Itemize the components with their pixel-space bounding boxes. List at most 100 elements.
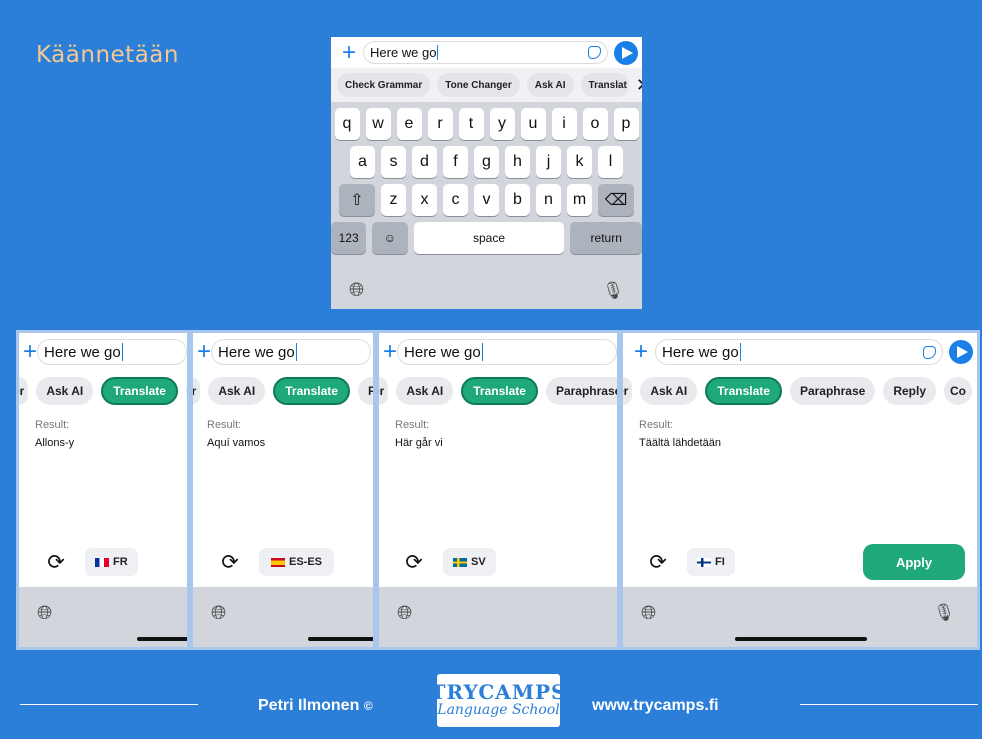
chip-ask-ai[interactable]: Ask AI (36, 377, 94, 405)
language-controls: ⟳ FR (19, 548, 187, 576)
chip-tone-changer[interactable]: Tone Changer (437, 73, 520, 97)
language-selector[interactable]: FI (687, 548, 735, 576)
key-a[interactable]: a (350, 146, 375, 178)
home-indicator (137, 637, 187, 641)
result-text: Här går vi (395, 437, 443, 449)
message-input[interactable]: Here we go (37, 339, 187, 365)
send-icon[interactable] (614, 40, 638, 65)
chip-ask-ai[interactable]: Ask AI (526, 73, 574, 97)
key-p[interactable]: p (613, 108, 639, 140)
globe-icon[interactable]: 🌐︎ (349, 280, 364, 302)
key-m[interactable]: m (567, 184, 592, 216)
key-r[interactable]: r (427, 108, 453, 140)
space-key[interactable]: space (413, 222, 565, 254)
plus-icon[interactable]: + (383, 340, 397, 364)
microphone-icon[interactable]: 🎙︎ (602, 281, 624, 301)
swap-icon[interactable]: ⟳ (647, 550, 669, 575)
language-code: ES-ES (289, 556, 323, 568)
chip-tone-changer[interactable]: er (379, 377, 389, 405)
key-n[interactable]: n (536, 184, 561, 216)
language-selector[interactable]: ES-ES (259, 548, 335, 576)
chip-translate[interactable]: Translate (101, 377, 178, 405)
key-x[interactable]: x (412, 184, 437, 216)
globe-icon[interactable]: 🌐︎ (641, 603, 656, 625)
send-icon[interactable] (949, 340, 973, 364)
keyboard-row-4: 123 ☺ space return (331, 222, 642, 254)
key-g[interactable]: g (474, 146, 499, 178)
close-icon[interactable]: ✕ (636, 75, 642, 96)
microphone-icon[interactable]: 🎙︎ (933, 603, 955, 623)
france-flag-icon (95, 557, 109, 567)
key-c[interactable]: c (443, 184, 468, 216)
globe-icon[interactable]: 🌐︎ (211, 603, 226, 625)
result-label: Result: (35, 419, 70, 431)
message-input[interactable]: Here we go (363, 41, 608, 64)
key-q[interactable]: q (334, 108, 360, 140)
message-input[interactable]: Here we go (655, 339, 943, 365)
return-key[interactable]: return (570, 222, 642, 254)
chip-tone-changer[interactable]: er (623, 377, 633, 405)
shift-key[interactable]: ⇧ (339, 184, 375, 216)
sticker-icon[interactable] (923, 345, 936, 359)
chip-translate[interactable]: Translate (461, 377, 538, 405)
chip-tone-changer[interactable]: er (19, 377, 29, 405)
text-caret (739, 343, 741, 361)
swap-icon[interactable]: ⟳ (45, 550, 67, 575)
chip-paraphrase[interactable]: Pa (357, 377, 373, 405)
key-k[interactable]: k (567, 146, 592, 178)
plus-icon[interactable]: + (197, 340, 211, 364)
swap-icon[interactable]: ⟳ (403, 550, 425, 575)
key-v[interactable]: v (474, 184, 499, 216)
language-controls: ⟳ SV (379, 548, 617, 576)
text-caret (481, 343, 483, 361)
chip-ask-ai[interactable]: Ask AI (208, 377, 266, 405)
key-t[interactable]: t (458, 108, 484, 140)
chip-reply[interactable]: Reply (883, 377, 937, 405)
chip-translate[interactable]: Translate (273, 377, 350, 405)
chip-check-grammar[interactable]: Check Grammar (337, 73, 431, 97)
sticker-icon[interactable] (588, 46, 601, 59)
footer-divider-right (800, 704, 978, 705)
language-selector[interactable]: FR (85, 548, 138, 576)
chip-ask-ai[interactable]: Ask AI (396, 377, 454, 405)
key-u[interactable]: u (520, 108, 546, 140)
key-j[interactable]: j (536, 146, 561, 178)
backspace-key[interactable]: ⌫ (598, 184, 634, 216)
chip-paraphrase[interactable]: Paraphrase (545, 377, 617, 405)
chip-more[interactable]: Co (944, 377, 973, 405)
message-input[interactable]: Here we go (397, 339, 617, 365)
chip-paraphrase[interactable]: Paraphrase (789, 377, 876, 405)
chip-translate[interactable]: Translat (580, 73, 629, 97)
key-s[interactable]: s (381, 146, 406, 178)
key-b[interactable]: b (505, 184, 530, 216)
key-z[interactable]: z (381, 184, 406, 216)
key-e[interactable]: e (396, 108, 422, 140)
chip-translate[interactable]: Translate (705, 377, 782, 405)
key-d[interactable]: d (412, 146, 437, 178)
swap-icon[interactable]: ⟳ (219, 550, 241, 575)
chip-ask-ai[interactable]: Ask AI (640, 377, 698, 405)
message-input[interactable]: Here we go (211, 339, 372, 365)
chip-tone-changer[interactable]: er (193, 377, 201, 405)
globe-icon[interactable]: 🌐︎ (37, 603, 52, 625)
translation-panel-sv: + Here we go er Ask AI Translate Paraphr… (376, 330, 620, 650)
key-h[interactable]: h (505, 146, 530, 178)
key-y[interactable]: y (489, 108, 515, 140)
key-l[interactable]: l (598, 146, 623, 178)
language-selector[interactable]: SV (443, 548, 496, 576)
plus-icon[interactable]: + (23, 340, 37, 364)
footer-website[interactable]: www.trycamps.fi (592, 697, 719, 715)
globe-icon[interactable]: 🌐︎ (397, 603, 412, 625)
emoji-key[interactable]: ☺ (372, 222, 408, 254)
key-i[interactable]: i (551, 108, 577, 140)
apply-button[interactable]: Apply (863, 544, 965, 580)
numbers-key[interactable]: 123 (331, 222, 367, 254)
plus-icon[interactable]: + (627, 340, 655, 364)
key-w[interactable]: w (365, 108, 391, 140)
key-o[interactable]: o (582, 108, 608, 140)
keyboard-bottom-bar: 🌐︎ 🎙︎ (331, 273, 642, 309)
input-bar: + Here we go (379, 333, 617, 371)
plus-icon[interactable]: + (335, 40, 363, 65)
logo-bottom-text: Language School (437, 702, 560, 719)
key-f[interactable]: f (443, 146, 468, 178)
